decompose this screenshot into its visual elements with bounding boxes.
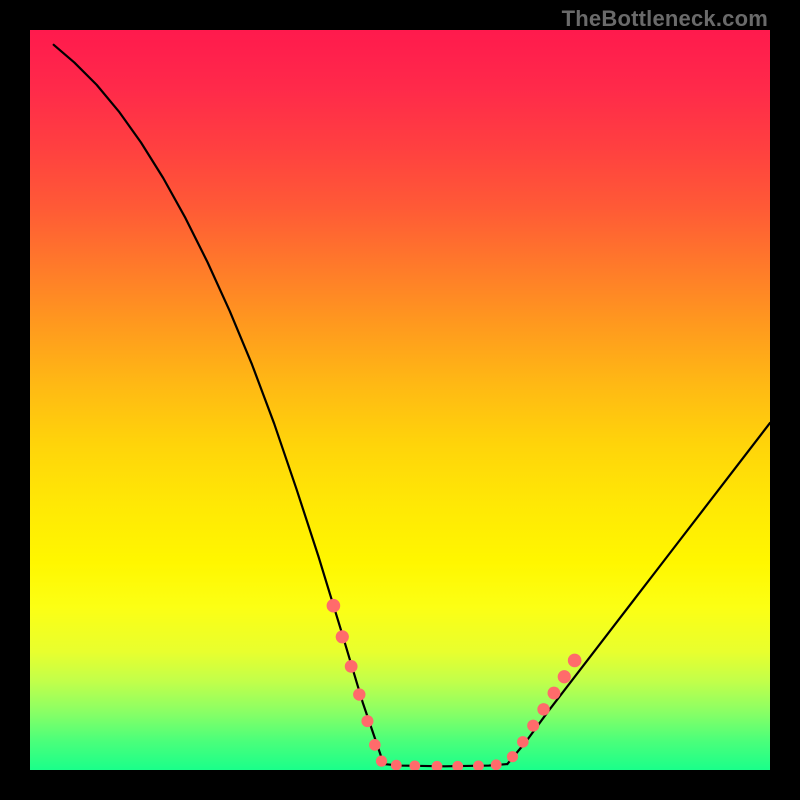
highlight-dot [558,670,571,683]
dots-right-arm [507,654,582,763]
highlight-dot [345,660,358,673]
plot-area [30,30,770,770]
highlight-dot [537,703,549,715]
highlight-dot [369,739,381,751]
curve-floor [384,764,508,766]
highlight-dot [548,687,561,700]
highlight-dot [409,761,420,770]
highlight-dot [473,761,484,770]
highlight-dot [527,720,539,732]
highlight-dot [376,756,387,767]
highlight-dot [491,759,502,770]
highlight-dot [452,761,463,770]
highlight-dot [432,761,443,770]
highlight-dot [391,760,402,770]
highlight-dot [327,599,341,613]
curve-left-arm [54,45,384,764]
highlight-dot [336,630,349,643]
bottleneck-curve [30,30,770,770]
highlight-dot [353,688,365,700]
chart-stage: TheBottleneck.com [0,0,800,800]
watermark-text: TheBottleneck.com [562,6,768,32]
highlight-dot [517,736,529,748]
highlight-dot [361,715,373,727]
highlight-dot [568,654,582,668]
highlight-dot [507,751,518,762]
